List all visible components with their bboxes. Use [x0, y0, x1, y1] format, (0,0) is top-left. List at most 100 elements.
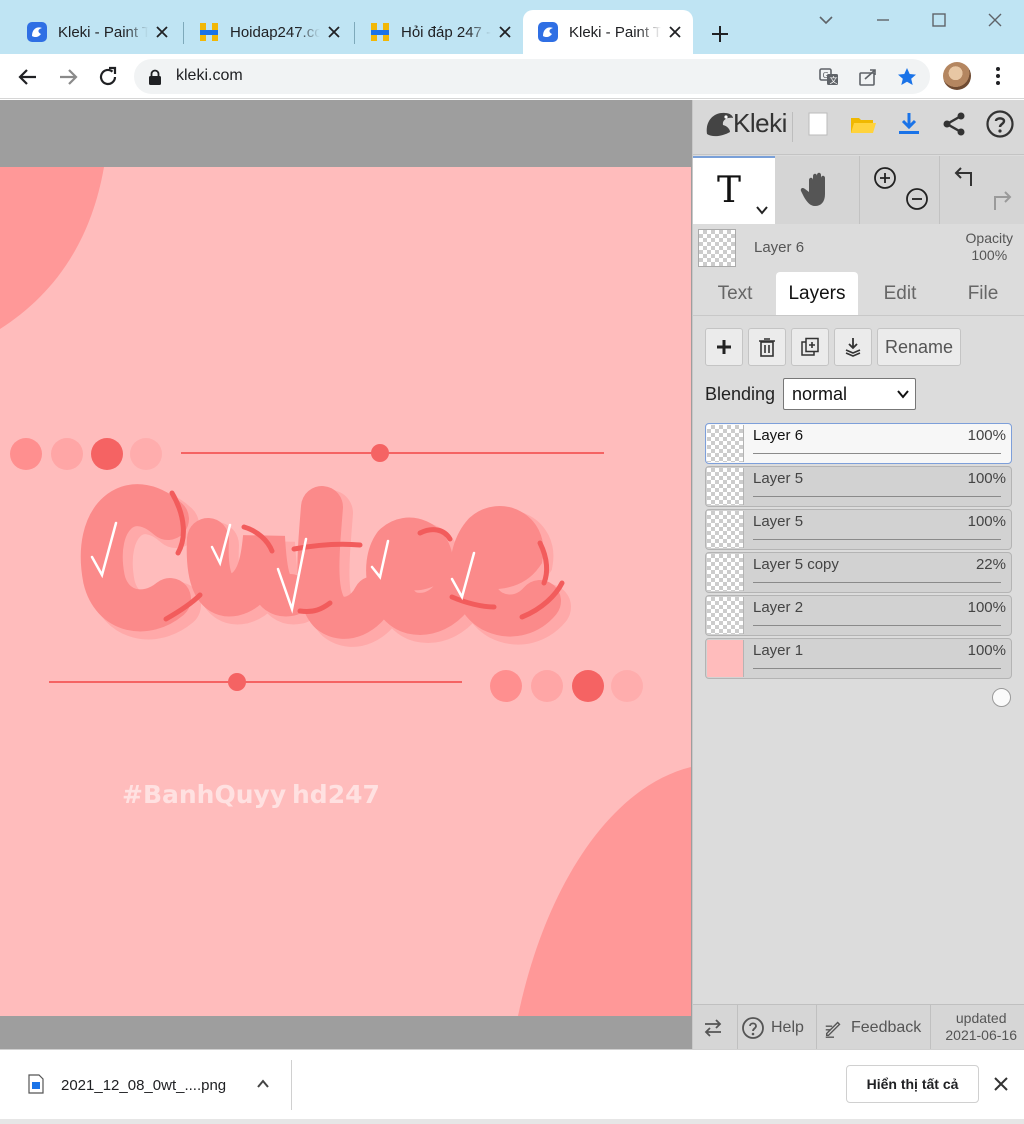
opacity-slider-knob[interactable] — [992, 688, 1011, 707]
close-tab-icon[interactable] — [497, 24, 513, 40]
layers-panel: Rename Blending normal Layer 6 100% Laye… — [693, 316, 1024, 1004]
download-save-icon[interactable] — [894, 109, 924, 139]
close-download-bar-icon[interactable] — [992, 1075, 1010, 1093]
profile-avatar[interactable] — [943, 62, 971, 90]
translate-icon[interactable]: G文 — [818, 66, 840, 88]
reload-icon[interactable] — [94, 63, 122, 91]
zoom-in-icon[interactable] — [873, 166, 897, 190]
feedback-button[interactable]: Feedback — [823, 1005, 921, 1050]
layer-thumbnail — [707, 597, 744, 634]
chevron-down-icon[interactable] — [755, 204, 769, 216]
tab-hoidap247-1[interactable]: Hoidap247.com — [184, 10, 352, 54]
browser-window: Kleki - Paint Tool Hoidap247.com Hỏi đáp… — [0, 0, 1024, 1124]
drawing-canvas[interactable]: #BanhQuyy hd247 — [0, 167, 691, 1016]
brand-name: Kleki — [733, 108, 787, 138]
trash-icon — [759, 338, 775, 357]
show-all-downloads-button[interactable]: Hiển thị tất cả — [846, 1065, 979, 1103]
tab-text[interactable]: Text — [697, 272, 773, 316]
back-arrow-icon[interactable] — [14, 63, 42, 91]
maximize-icon[interactable] — [927, 8, 951, 32]
tab-kleki-1[interactable]: Kleki - Paint Tool — [12, 10, 180, 54]
layer-row-layer-5[interactable]: Layer 5 100% — [705, 466, 1012, 535]
url-text: kleki.com — [176, 67, 243, 84]
canvas-hashtag-text: #BanhQuyy — [122, 780, 286, 809]
add-layer-button[interactable] — [705, 328, 743, 366]
zoom-out-icon[interactable] — [905, 187, 929, 211]
share-icon[interactable] — [857, 66, 879, 88]
panel-tabs: Text Layers Edit File — [693, 272, 1024, 316]
download-bar: 2021_12_08_0wt_....png Hiển thị tất cả — [0, 1049, 1024, 1119]
opacity-slider-track[interactable] — [753, 668, 1011, 707]
bookmark-star-icon[interactable] — [896, 66, 918, 88]
decor-knob-top — [371, 444, 389, 462]
divider — [930, 1005, 931, 1050]
tab-search-chevron-icon[interactable] — [814, 8, 838, 32]
svg-text:G: G — [823, 71, 829, 80]
tab-layers[interactable]: Layers — [776, 272, 858, 316]
background-window-strip — [0, 1119, 1024, 1124]
opacity-slider-track[interactable] — [753, 539, 1011, 578]
tab-file[interactable]: File — [945, 272, 1021, 316]
opacity-slider-track[interactable] — [753, 453, 1011, 492]
chevron-up-icon[interactable] — [256, 1078, 270, 1090]
address-bar[interactable]: kleki.com G文 — [134, 59, 930, 94]
lock-icon[interactable] — [148, 69, 162, 85]
minimize-icon[interactable] — [871, 8, 895, 32]
canvas-area[interactable]: #BanhQuyy hd247 — [0, 100, 692, 1049]
new-tab-plus-icon[interactable] — [706, 20, 734, 48]
merge-down-icon — [845, 338, 861, 357]
help-question-icon[interactable] — [985, 109, 1015, 139]
opacity-slider-track[interactable] — [753, 496, 1011, 535]
help-button[interactable]: Help — [741, 1005, 804, 1050]
share-nodes-icon[interactable] — [939, 109, 969, 139]
layer-row-layer-1[interactable]: Layer 1 100% — [705, 638, 1012, 707]
divider — [939, 156, 940, 224]
undo-icon[interactable] — [953, 164, 979, 190]
current-layer-opacity: Opacity 100% — [966, 230, 1013, 264]
file-image-icon[interactable] — [28, 1074, 44, 1094]
layer-row-layer-5b[interactable]: Layer 5 100% — [705, 509, 1012, 578]
blending-select[interactable]: normal — [783, 378, 916, 410]
delete-layer-button[interactable] — [748, 328, 786, 366]
close-tab-icon[interactable] — [667, 24, 683, 40]
browser-menu-icon[interactable] — [986, 64, 1010, 88]
layer-name: Layer 6 — [753, 427, 804, 444]
hoidap247-favicon-icon — [371, 23, 389, 41]
tab-hoidap247-2[interactable]: Hỏi đáp 247 - — [355, 10, 523, 54]
layer-row-layer-2[interactable]: Layer 2 100% — [705, 595, 1012, 664]
tab-kleki-active[interactable]: Kleki - Paint Tool — [523, 10, 693, 54]
opacity-slider-track[interactable] — [753, 625, 1011, 664]
tab-title: Hỏi đáp 247 - — [401, 23, 491, 41]
merge-down-button[interactable] — [834, 328, 872, 366]
kleki-logo-icon — [706, 112, 733, 137]
new-image-icon[interactable] — [803, 109, 833, 139]
layer-row-layer-5-copy[interactable]: Layer 5 copy 22% — [705, 552, 1012, 621]
close-tab-icon[interactable] — [326, 24, 342, 40]
opacity-slider-track[interactable] — [753, 582, 1001, 621]
tab-edit[interactable]: Edit — [863, 272, 937, 316]
rename-layer-button[interactable]: Rename — [877, 328, 961, 366]
tab-title: Kleki - Paint Tool — [569, 23, 661, 41]
hand-pan-tool-icon[interactable] — [795, 166, 841, 212]
swap-arrows-icon — [704, 1018, 722, 1037]
text-tool-button[interactable]: T — [693, 156, 775, 224]
duplicate-icon — [801, 337, 819, 356]
divider — [816, 1005, 817, 1050]
opacity-label: Opacity — [965, 230, 1013, 246]
close-tab-icon[interactable] — [154, 24, 170, 40]
layer-row-layer-6[interactable]: Layer 6 100% — [705, 423, 1012, 492]
duplicate-layer-button[interactable] — [791, 328, 829, 366]
open-folder-icon[interactable] — [848, 109, 878, 139]
layer-name: Layer 1 — [753, 642, 804, 659]
divider — [291, 1060, 292, 1110]
swap-side-button[interactable] — [701, 1005, 725, 1050]
close-window-icon[interactable] — [983, 8, 1007, 32]
forward-arrow-icon[interactable] — [54, 63, 82, 91]
current-layer-name: Layer 6 — [754, 239, 805, 256]
hoidap247-favicon-icon — [200, 23, 218, 41]
tab-strip: Kleki - Paint Tool Hoidap247.com Hỏi đáp… — [0, 0, 1024, 54]
download-file-name[interactable]: 2021_12_08_0wt_....png — [61, 1077, 226, 1094]
redo-icon[interactable] — [987, 188, 1013, 214]
help-circle-icon — [742, 1016, 764, 1039]
help-label: Help — [771, 1018, 804, 1036]
